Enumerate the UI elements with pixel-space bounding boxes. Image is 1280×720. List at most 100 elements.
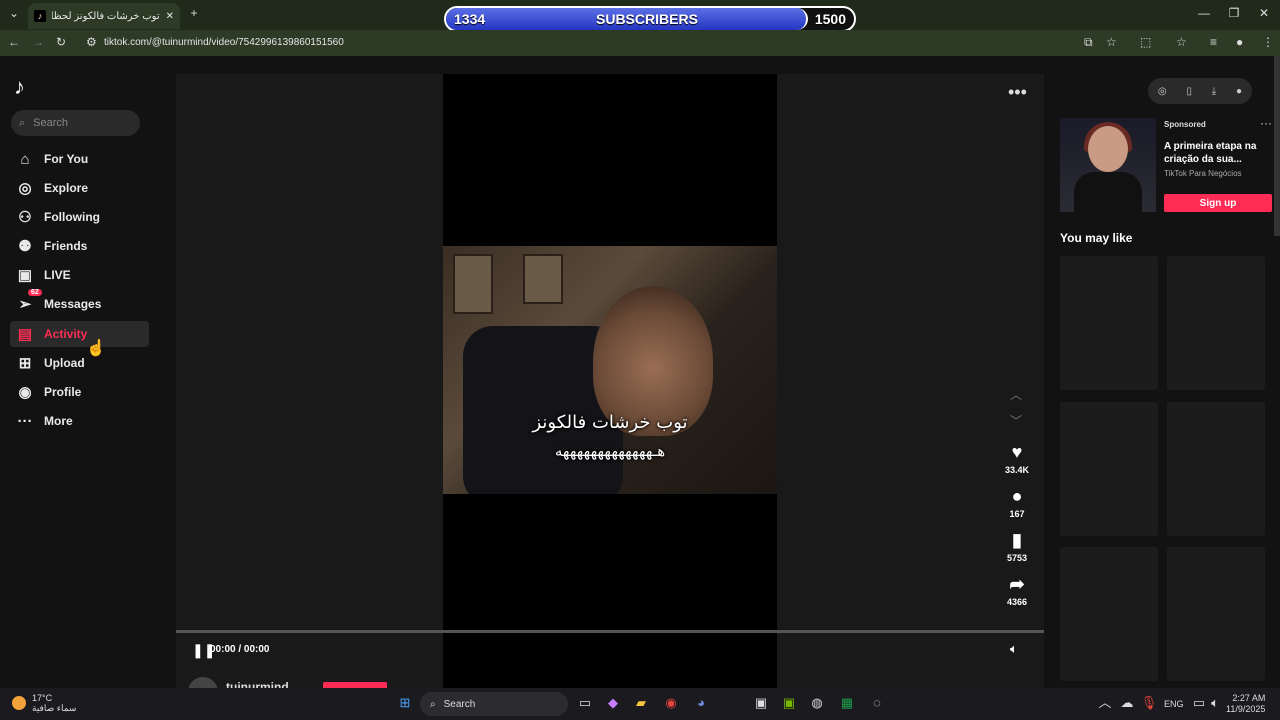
profile-avatar-icon[interactable]: ● bbox=[1236, 35, 1243, 49]
tab-list-chevron-icon[interactable]: ⌄ bbox=[2, 6, 26, 20]
browser-menu-icon[interactable]: ⋮ bbox=[1262, 35, 1274, 49]
minimize-window-icon[interactable]: — bbox=[1192, 6, 1216, 20]
discord-icon[interactable]: ◕ bbox=[692, 694, 710, 712]
sidebar-item-upload[interactable]: ⊞ Upload bbox=[10, 350, 149, 376]
video-player[interactable]: توب خرشات فالكونز هـهههههههههههههه ••• ︿… bbox=[176, 74, 1044, 688]
onedrive-icon[interactable]: ☁ bbox=[1118, 694, 1136, 712]
forward-icon[interactable]: → bbox=[32, 35, 44, 49]
ad-thumbnail[interactable] bbox=[1060, 118, 1156, 212]
video-caption-line-2: هـهههههههههههههه bbox=[554, 442, 666, 460]
nvidia-icon[interactable]: ▣ bbox=[780, 694, 798, 712]
volume-icon[interactable]: 🔈︎ bbox=[1010, 641, 1018, 657]
mobile-view-icon[interactable]: ▯ bbox=[1186, 86, 1192, 97]
sidebar-item-label: More bbox=[44, 414, 73, 428]
video-more-options-icon[interactable]: ••• bbox=[1008, 82, 1027, 103]
recommended-video-card[interactable] bbox=[1060, 547, 1158, 681]
tiktok-favicon-icon: ♪ bbox=[34, 10, 46, 22]
compass-icon: ◎ bbox=[18, 180, 32, 197]
user-avatar-icon[interactable]: ● bbox=[1236, 86, 1242, 97]
task-view-icon[interactable]: ▭ bbox=[576, 694, 594, 712]
close-tab-icon[interactable]: ✕ bbox=[166, 11, 174, 22]
excel-icon[interactable]: ▦ bbox=[838, 694, 856, 712]
steam-icon[interactable]: ◍ bbox=[808, 694, 826, 712]
search-placeholder: Search bbox=[33, 117, 69, 129]
sidebar-item-following[interactable]: ⚇ Following bbox=[10, 204, 149, 230]
save-button[interactable]: ▮ 5753 bbox=[996, 530, 1038, 563]
maximize-window-icon[interactable]: ❐ bbox=[1222, 6, 1246, 20]
like-count: 33.4K bbox=[1004, 465, 1030, 475]
ad-title[interactable]: A primeira etapa na criação da sua... bbox=[1164, 140, 1264, 166]
recommended-video-card[interactable] bbox=[1167, 256, 1265, 390]
taskbar-app-icon[interactable]: ▣ bbox=[752, 694, 770, 712]
bookmark-icon: ▮ bbox=[1012, 530, 1022, 550]
bookmark-star-icon[interactable]: ☆ bbox=[1106, 35, 1117, 49]
recommended-video-card[interactable] bbox=[1060, 402, 1158, 536]
search-input[interactable]: ⌕ Search bbox=[11, 110, 140, 136]
sidebar-item-live[interactable]: ▣ LIVE bbox=[10, 262, 149, 288]
share-button[interactable]: ➦ 4366 bbox=[996, 574, 1038, 607]
comment-icon: ● bbox=[1011, 486, 1023, 506]
you-may-like-heading: You may like bbox=[1060, 231, 1133, 245]
previous-video-chevron-icon[interactable]: ︿ bbox=[1010, 386, 1022, 403]
file-explorer-icon[interactable]: ▰ bbox=[632, 694, 650, 712]
browser-tab[interactable]: ♪ توب خرشات فالكونز لحظات مـ... ✕ bbox=[28, 3, 180, 29]
microphone-icon[interactable]: 🎙︎ bbox=[1140, 694, 1158, 712]
language-indicator[interactable]: ENG bbox=[1164, 699, 1184, 709]
download-icon[interactable]: ⤓ bbox=[1212, 86, 1216, 97]
sidebar-item-label: Explore bbox=[44, 181, 89, 195]
taskbar-search[interactable]: ⌕ Search bbox=[420, 692, 568, 716]
weather-widget[interactable]: 17°C سماء صافية bbox=[32, 693, 76, 713]
chrome-icon[interactable]: ◉ bbox=[662, 694, 680, 712]
plus-square-icon: ⊞ bbox=[18, 355, 32, 372]
url-field[interactable]: tiktok.com/@tuinurmind/video/75429961398… bbox=[104, 37, 344, 48]
signup-button[interactable]: Sign up bbox=[1164, 194, 1272, 212]
recommended-video-card[interactable] bbox=[1167, 547, 1265, 681]
ad-more-icon[interactable]: ··· bbox=[1260, 116, 1272, 130]
ad-brand: TikTok Para Negócios bbox=[1164, 169, 1242, 178]
sidebar-item-explore[interactable]: ◎ Explore bbox=[10, 175, 149, 201]
background-picture-frame bbox=[453, 254, 493, 314]
share-count: 4366 bbox=[1006, 597, 1028, 607]
copilot-icon[interactable]: ◆ bbox=[604, 694, 622, 712]
sponsored-label: Sponsored bbox=[1164, 120, 1206, 129]
comment-button[interactable]: ● 167 bbox=[996, 486, 1038, 519]
media-controls-icon[interactable]: ≡ bbox=[1210, 35, 1217, 49]
compass-tool-icon[interactable]: ◎ bbox=[1158, 86, 1167, 97]
tiktok-logo-icon[interactable]: ♪ bbox=[14, 74, 25, 100]
extensions-icon[interactable]: ⬚ bbox=[1140, 35, 1151, 49]
sidebar-item-for-you[interactable]: ⌂ For You bbox=[10, 146, 149, 172]
next-video-chevron-icon[interactable]: ﹀ bbox=[1010, 412, 1022, 429]
bookmarks-icon[interactable]: ☆ bbox=[1176, 35, 1187, 49]
clock[interactable]: 2:27 AM 11/9/2025 bbox=[1226, 693, 1265, 715]
sidebar-item-more[interactable]: ··· More bbox=[10, 408, 149, 434]
sidebar-item-activity[interactable]: ▤ Activity bbox=[10, 321, 149, 347]
site-info-icon[interactable]: ⚙ bbox=[86, 35, 97, 49]
install-app-icon[interactable]: ⧉ bbox=[1084, 35, 1093, 50]
background-picture-frame bbox=[523, 254, 563, 304]
video-frame[interactable]: توب خرشات فالكونز هـهههههههههههههه bbox=[443, 246, 777, 494]
subscriber-label: SUBSCRIBERS bbox=[596, 11, 698, 27]
like-button[interactable]: ♥ 33.4K bbox=[996, 442, 1038, 475]
back-icon[interactable]: ← bbox=[8, 35, 20, 49]
tray-chevron-icon[interactable]: ︿ bbox=[1096, 694, 1114, 712]
sidebar-item-label: Messages bbox=[44, 297, 102, 311]
new-tab-icon[interactable]: + bbox=[182, 6, 206, 20]
windows-start-icon[interactable]: ⊞ bbox=[396, 694, 414, 712]
reload-icon[interactable]: ↻ bbox=[56, 35, 66, 49]
obs-icon[interactable]: ◌ bbox=[868, 694, 886, 712]
friends-icon: ⚉ bbox=[18, 238, 32, 255]
save-count: 5753 bbox=[1006, 553, 1028, 563]
speaker-icon[interactable]: 🔈︎ bbox=[1206, 694, 1224, 712]
sidebar-item-profile[interactable]: ◉ Profile bbox=[10, 379, 149, 405]
recommended-video-card[interactable] bbox=[1060, 256, 1158, 390]
page-scrollbar[interactable] bbox=[1274, 56, 1280, 236]
sidebar-item-label: Following bbox=[44, 210, 100, 224]
recommended-video-card[interactable] bbox=[1167, 402, 1265, 536]
close-window-icon[interactable]: ✕ bbox=[1252, 6, 1276, 20]
sidebar-item-friends[interactable]: ⚉ Friends bbox=[10, 233, 149, 259]
sidebar-item-messages[interactable]: ➢ 62 Messages bbox=[10, 289, 149, 317]
video-progress-bar[interactable] bbox=[176, 630, 1044, 633]
home-icon: ⌂ bbox=[20, 150, 30, 168]
sidebar-item-label: Friends bbox=[44, 239, 88, 253]
weather-sun-icon[interactable] bbox=[12, 696, 26, 710]
